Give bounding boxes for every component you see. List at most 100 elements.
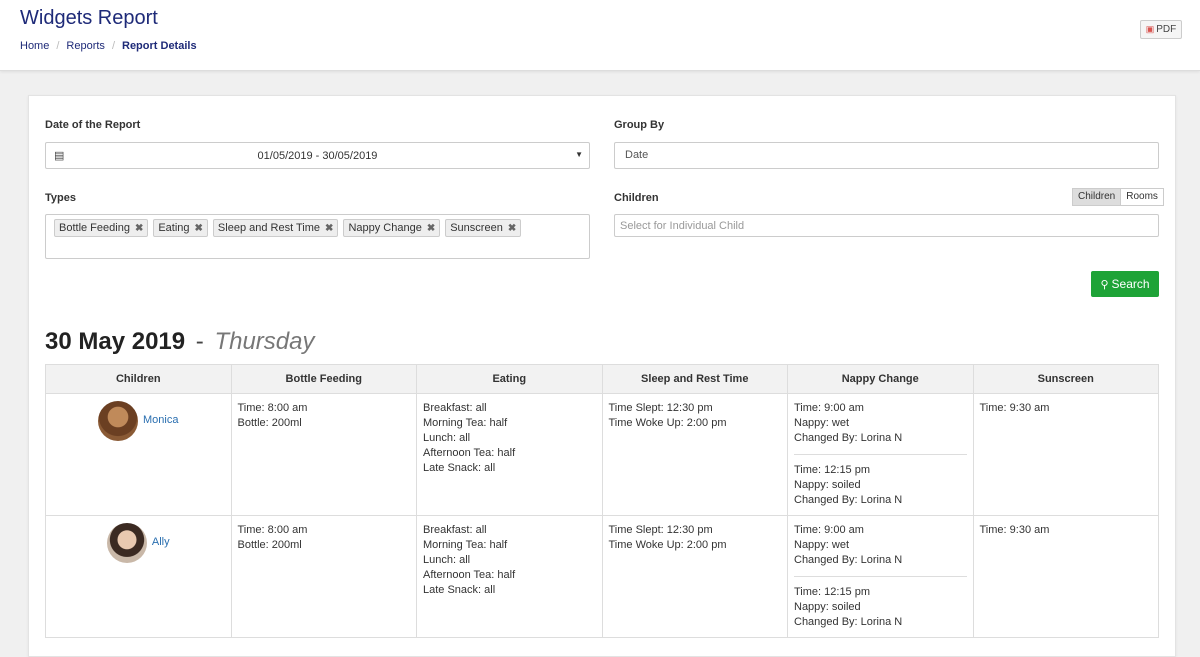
entry-line: Time: 9:30 am [979,524,1050,536]
column-header: Eating [416,364,603,394]
type-tag: Bottle Feeding ✖ [54,219,149,237]
toggle-children[interactable]: Children [1072,188,1122,206]
column-header: Sleep and Rest Time [601,364,788,394]
breadcrumb: Home / Reports / Report Details [20,40,197,52]
child-cell: Ally [45,515,232,638]
remove-tag-icon[interactable]: ✖ [195,223,203,234]
child-cell: Monica [45,393,232,516]
column-header: Sunscreen [972,364,1159,394]
page-header: Widgets Report Home / Reports / Report D… [0,0,1200,71]
eating-cell: Breakfast: all Morning Tea: half Lunch: … [416,393,603,516]
table-row: Ally Time: 8:00 am Bottle: 200ml Breakfa… [45,515,1159,638]
type-tag-label: Nappy Change [348,222,422,234]
breadcrumb-home[interactable]: Home [20,40,49,52]
avatar [106,523,147,563]
pdf-button[interactable]: ▣ PDF [1140,20,1182,39]
caret-down-icon: ▼ [575,150,583,159]
breadcrumb-separator: / [56,40,60,52]
entry-line: Morning Tea: half [423,539,508,551]
table-row: Monica Time: 8:00 am Bottle: 200ml Break… [45,393,1159,516]
entry-line: Breakfast: all [423,402,487,414]
search-button-label: Search [1111,277,1150,291]
entry-line: Nappy: soiled [794,479,861,491]
entry-line: Nappy: wet [794,417,850,429]
remove-tag-icon[interactable]: ✖ [427,223,435,234]
types-multiselect[interactable]: Bottle Feeding ✖ Eating ✖ Sleep and Rest T… [45,214,590,259]
breadcrumb-reports[interactable]: Reports [66,40,105,52]
children-rooms-toggle: Children Rooms [1072,188,1164,206]
report-date-heading: 30 May 2019 - Thursday [45,328,315,356]
entry-line: Time: 9:00 am [794,524,864,536]
group-by-value: Date [625,149,649,161]
nappy-cell: Time: 9:00 am Nappy: wet Changed By: Lor… [787,393,974,516]
date-label: Date of the Report [45,119,141,131]
entry-line: Time: 8:00 am [237,402,308,414]
remove-tag-icon[interactable]: ✖ [508,223,516,234]
entry-line: Breakfast: all [423,524,487,536]
bottle-cell: Time: 8:00 am Bottle: 200ml [230,515,417,638]
report-card: Date of the Report ▤ 01/05/2019 - 30/05/… [28,95,1176,657]
type-tag-label: Sunscreen [450,222,503,234]
entry-line: Time: 9:30 am [979,402,1050,414]
sunscreen-cell: Time: 9:30 am [972,515,1159,638]
breadcrumb-separator: / [111,40,115,52]
children-label: Children [614,192,659,204]
pdf-button-label: PDF [1156,24,1177,35]
type-tag-label: Bottle Feeding [59,222,130,234]
entry-line: Afternoon Tea: half [423,447,516,459]
entry-line: Lunch: all [423,554,471,566]
sunscreen-cell: Time: 9:30 am [972,393,1159,516]
report-table: Children Bottle Feeding Eating Sleep and… [45,364,1159,638]
toggle-rooms[interactable]: Rooms [1121,188,1164,206]
child-search-input[interactable] [615,215,1158,236]
sleep-cell: Time Slept: 12:30 pm Time Woke Up: 2:00 … [601,393,788,516]
nappy-cell: Time: 9:00 am Nappy: wet Changed By: Lor… [787,515,974,638]
entry-line: Time Woke Up: 2:00 pm [608,539,727,551]
entry-line: Time Slept: 12:30 pm [608,524,713,536]
pdf-file-icon: ▣ [1145,24,1155,34]
entry-line: Time: 12:15 pm [794,464,871,476]
date-range-picker[interactable]: ▤ 01/05/2019 - 30/05/2019 ▼ [45,142,590,169]
entry-line: Time: 8:00 am [237,524,308,536]
entry-line: Nappy: soiled [794,601,861,613]
entry-divider [794,454,967,455]
group-by-select[interactable]: Date [614,142,1159,169]
entry-line: Lunch: all [423,432,471,444]
entry-line: Time Woke Up: 2:00 pm [608,417,727,429]
children-select-field [614,214,1159,237]
entry-line: Changed By: Lorina N [794,494,903,506]
type-tag: Eating ✖ [153,219,208,237]
remove-tag-icon[interactable]: ✖ [325,223,333,234]
child-name-link[interactable]: Ally [152,535,170,550]
type-tag-label: Eating [158,222,190,234]
eating-cell: Breakfast: all Morning Tea: half Lunch: … [416,515,603,638]
type-tag: Sunscreen ✖ [445,219,522,237]
sleep-cell: Time Slept: 12:30 pm Time Woke Up: 2:00 … [601,515,788,638]
column-header: Nappy Change [787,364,974,394]
report-date-separator: - [195,328,204,355]
entry-line: Time Slept: 12:30 pm [608,402,713,414]
type-tag: Sleep and Rest Time ✖ [212,219,339,237]
report-date: 30 May 2019 [45,328,186,355]
remove-tag-icon[interactable]: ✖ [135,223,143,234]
column-header: Children [45,364,232,394]
entry-line: Changed By: Lorina N [794,554,903,566]
entry-line: Morning Tea: half [423,417,508,429]
group-by-label: Group By [614,119,665,131]
entry-line: Changed By: Lorina N [794,432,903,444]
entry-line: Afternoon Tea: half [423,569,516,581]
column-header: Bottle Feeding [230,364,417,394]
avatar [98,401,139,441]
report-weekday: Thursday [214,328,315,355]
breadcrumb-report-details: Report Details [122,40,197,52]
date-range-value: 01/05/2019 - 30/05/2019 [257,150,378,162]
entry-line: Nappy: wet [794,539,850,551]
bottle-cell: Time: 8:00 am Bottle: 200ml [230,393,417,516]
search-button[interactable]: ⚲ Search [1091,271,1159,297]
child-name-link[interactable]: Monica [143,413,178,428]
entry-line: Late Snack: all [423,462,496,474]
entry-line: Time: 9:00 am [794,402,864,414]
entry-divider [794,576,967,577]
types-tags: Bottle Feeding ✖ Eating ✖ Sleep and Rest T… [54,219,522,237]
types-label: Types [45,192,76,204]
